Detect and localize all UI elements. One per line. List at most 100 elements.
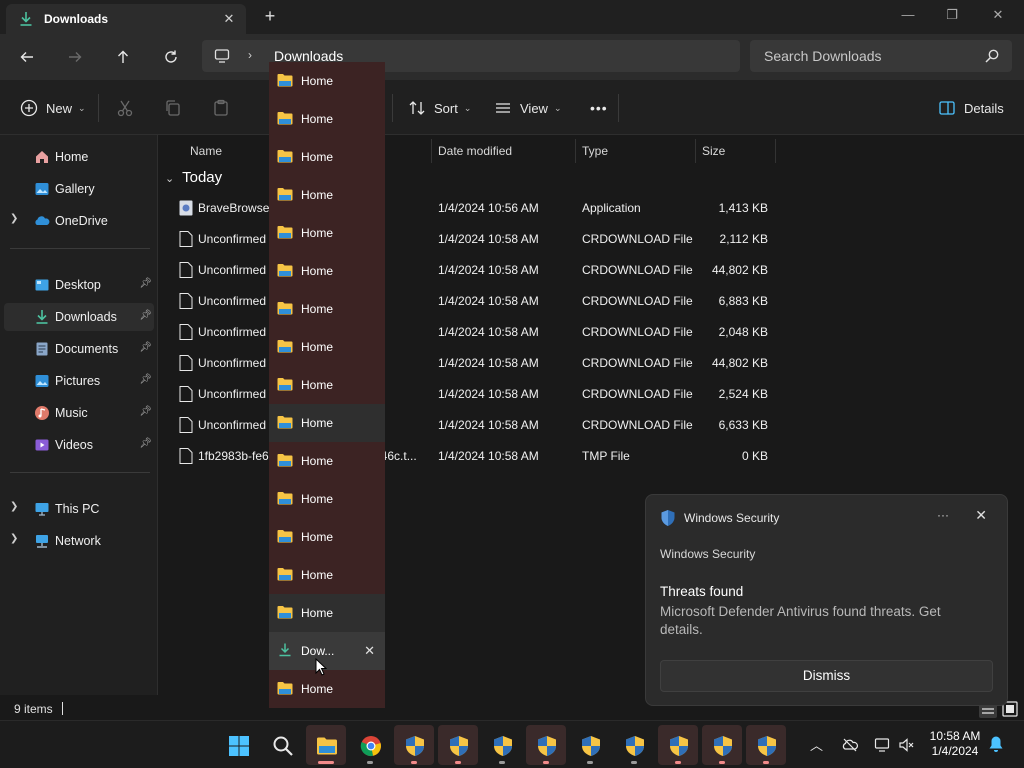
sort-button[interactable]: Sort ⌄ — [408, 96, 471, 120]
table-row[interactable]: Unconfirmed 1/4/2024 10:58 AM CRDOWNLOAD… — [171, 380, 781, 408]
chrome-taskbar-button[interactable] — [350, 725, 390, 765]
system-clock[interactable]: 10:58 AM 1/4/2024 — [922, 729, 988, 759]
list-item[interactable]: Home — [269, 176, 385, 214]
tab-close-button[interactable]: ✕ — [220, 10, 238, 28]
sidebar-item-home[interactable]: Home — [4, 143, 154, 171]
more-options-button[interactable]: ••• — [590, 96, 608, 120]
sidebar-item-videos[interactable]: Videos 📌︎ — [4, 431, 154, 459]
notification-close-button[interactable]: ✕ — [975, 507, 987, 524]
security-taskbar-button[interactable] — [746, 725, 786, 765]
table-row[interactable]: Unconfirmed 1/4/2024 10:58 AM CRDOWNLOAD… — [171, 318, 781, 346]
pin-icon[interactable]: 📌︎ — [139, 374, 152, 385]
table-row[interactable]: Unconfirmed 1/4/2024 10:58 AM CRDOWNLOAD… — [171, 349, 781, 377]
close-icon[interactable]: ✕ — [364, 643, 375, 659]
copy-button[interactable] — [164, 96, 190, 120]
sidebar-item-this-pc[interactable]: ❯ This PC — [4, 495, 154, 523]
sidebar-item-downloads[interactable]: Downloads 📌︎ — [4, 303, 154, 331]
file-explorer-taskbar-button[interactable] — [306, 725, 346, 765]
security-taskbar-button[interactable] — [570, 725, 610, 765]
list-item[interactable]: Home — [269, 594, 385, 632]
search-taskbar-button[interactable] — [262, 725, 302, 765]
cut-button[interactable] — [116, 96, 142, 120]
sidebar-item-onedrive[interactable]: ❯ OneDrive — [4, 207, 154, 235]
list-item[interactable]: Home — [269, 670, 385, 708]
new-button[interactable]: New ⌄ — [20, 96, 86, 120]
list-item-downloads[interactable]: Dow... ✕ — [269, 632, 385, 670]
column-header-size[interactable]: Size — [696, 139, 776, 163]
pin-icon[interactable]: 📌︎ — [139, 406, 152, 417]
security-taskbar-button[interactable] — [526, 725, 566, 765]
chevron-right-icon[interactable]: ❯ — [10, 501, 18, 512]
dismiss-button[interactable]: Dismiss — [660, 660, 993, 692]
notification-more-button[interactable]: ··· — [937, 508, 949, 522]
sidebar-item-desktop[interactable]: Desktop 📌︎ — [4, 271, 154, 299]
list-item[interactable]: Home — [269, 100, 385, 138]
table-row[interactable]: Unconfirmed 1/4/2024 10:58 AM CRDOWNLOAD… — [171, 256, 781, 284]
new-tab-button[interactable]: + — [260, 6, 280, 26]
sidebar-item-documents[interactable]: Documents 📌︎ — [4, 335, 154, 363]
table-row[interactable]: 1fb2983b-fe6 746c.t... 1/4/2024 10:58 AM… — [171, 442, 781, 470]
file-date: 1/4/2024 10:58 AM — [438, 449, 539, 463]
forward-button[interactable] — [62, 44, 88, 70]
pin-icon[interactable]: 📌︎ — [139, 278, 152, 289]
network-tray-icon[interactable] — [874, 737, 890, 753]
sidebar-item-gallery[interactable]: Gallery — [4, 175, 154, 203]
security-notification[interactable]: Windows Security ··· ✕ Windows Security … — [645, 494, 1008, 706]
table-row[interactable]: Unconfirmed 1/4/2024 10:58 AM CRDOWNLOAD… — [171, 225, 781, 253]
start-button[interactable] — [218, 725, 258, 765]
column-header-type[interactable]: Type — [576, 139, 696, 163]
notification-bell-icon[interactable] — [988, 735, 1004, 753]
security-taskbar-button[interactable] — [658, 725, 698, 765]
group-header[interactable]: ⌄ Today — [165, 169, 222, 186]
file-size: 2,048 KB — [718, 325, 768, 339]
chevron-right-icon[interactable]: ❯ — [10, 213, 18, 224]
minimize-button[interactable]: — — [888, 4, 928, 26]
list-item[interactable]: Home — [269, 214, 385, 252]
paste-button[interactable] — [212, 96, 238, 120]
pin-icon[interactable]: 📌︎ — [139, 310, 152, 321]
tab-downloads[interactable]: Downloads ✕ — [6, 4, 246, 34]
chevron-right-icon[interactable]: ❯ — [10, 533, 18, 544]
table-row[interactable]: Unconfirmed 1/4/2024 10:58 AM CRDOWNLOAD… — [171, 287, 781, 315]
pin-icon[interactable]: 📌︎ — [139, 342, 152, 353]
list-item[interactable]: Home — [269, 404, 385, 442]
list-item[interactable]: Home — [269, 518, 385, 556]
security-taskbar-button[interactable] — [394, 725, 434, 765]
list-item[interactable]: Home — [269, 138, 385, 176]
security-taskbar-button[interactable] — [702, 725, 742, 765]
chevron-up-icon[interactable]: ︿ — [810, 735, 823, 754]
search-input[interactable]: Search Downloads — [750, 40, 1012, 72]
list-item[interactable]: Home — [269, 62, 385, 100]
security-taskbar-button[interactable] — [482, 725, 522, 765]
file-icon — [179, 417, 193, 433]
security-taskbar-button[interactable] — [614, 725, 654, 765]
list-item[interactable]: Home — [269, 442, 385, 480]
details-button[interactable]: Details — [938, 96, 1004, 120]
list-item[interactable]: Home — [269, 556, 385, 594]
file-name: Unconfirmed — [198, 263, 267, 277]
cloud-offline-icon[interactable] — [842, 737, 858, 753]
sidebar-item-pictures[interactable]: Pictures 📌︎ — [4, 367, 154, 395]
sidebar-item-network[interactable]: ❯ Network — [4, 527, 154, 555]
view-button[interactable]: View ⌄ — [494, 96, 562, 120]
list-item[interactable]: Home — [269, 328, 385, 366]
sidebar-item-music[interactable]: Music 📌︎ — [4, 399, 154, 427]
back-button[interactable] — [14, 44, 40, 70]
pin-icon[interactable]: 📌︎ — [139, 438, 152, 449]
list-item[interactable]: Home — [269, 290, 385, 328]
column-header-date[interactable]: Date modified — [432, 139, 576, 163]
table-row[interactable]: Unconfirmed 1/4/2024 10:58 AM CRDOWNLOAD… — [171, 411, 781, 439]
file-date: 1/4/2024 10:58 AM — [438, 325, 539, 339]
chevron-right-icon[interactable]: › — [248, 48, 252, 62]
file-type: CRDOWNLOAD File — [582, 418, 693, 432]
refresh-button[interactable] — [158, 44, 184, 70]
maximize-button[interactable]: ❐ — [932, 4, 972, 26]
volume-muted-icon[interactable] — [898, 737, 914, 753]
security-taskbar-button[interactable] — [438, 725, 478, 765]
list-item[interactable]: Home — [269, 366, 385, 404]
up-button[interactable] — [110, 44, 136, 70]
table-row[interactable]: BraveBrowser 1/4/2024 10:56 AM Applicati… — [171, 194, 781, 222]
list-item[interactable]: Home — [269, 480, 385, 518]
list-item[interactable]: Home — [269, 252, 385, 290]
close-window-button[interactable]: ✕ — [978, 4, 1018, 26]
